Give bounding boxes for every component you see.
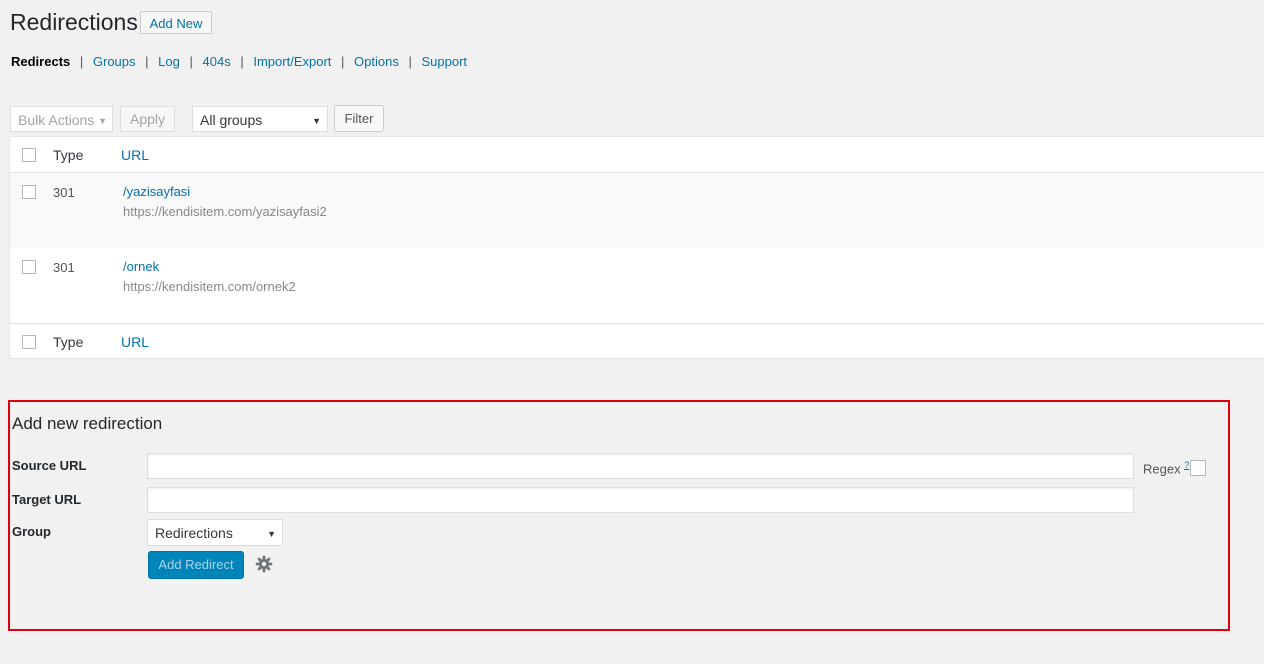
row-target-url: https://kendisitem.com/yazisayfasi2	[123, 204, 327, 219]
select-all-checkbox-footer[interactable]	[22, 335, 36, 349]
bulk-actions-value: Bulk Actions	[18, 112, 95, 128]
add-new-button[interactable]: Add New	[140, 11, 212, 34]
table-row: 301 /yazisayfasi https://kendisitem.com/…	[10, 173, 1264, 248]
filter-button[interactable]: Filter	[334, 105, 384, 132]
subnav-separator: |	[240, 54, 244, 69]
add-redirection-panel: Add new redirection Source URL Regex ? T…	[8, 400, 1230, 631]
subnav: Redirects | Groups | Log | 404s | Import…	[11, 54, 467, 70]
table-header-row: Type URL	[10, 137, 1264, 173]
source-url-input[interactable]	[147, 453, 1134, 479]
chevron-down-icon: ▼	[267, 529, 276, 539]
row-checkbox[interactable]	[22, 260, 36, 274]
table-row: 301 /ornek https://kendisitem.com/ornek2	[10, 248, 1264, 323]
subnav-separator: |	[189, 54, 193, 69]
regex-label-text: Regex	[1143, 461, 1181, 477]
subnav-item-groups[interactable]: Groups	[93, 54, 136, 69]
subnav-item-import-export[interactable]: Import/Export	[253, 54, 331, 69]
gear-icon[interactable]	[254, 554, 274, 574]
column-footer-type: Type	[53, 334, 84, 350]
subnav-item-404s[interactable]: 404s	[203, 54, 231, 69]
subnav-separator: |	[79, 54, 84, 69]
regex-label: Regex ?	[1143, 460, 1189, 476]
bulk-actions-select[interactable]: Bulk Actions ▼	[10, 106, 113, 132]
add-redirect-button[interactable]: Add Redirect	[148, 551, 244, 579]
row-type: 301	[53, 260, 75, 275]
chevron-down-icon: ▼	[312, 116, 321, 126]
table-footer-row: Type URL	[10, 323, 1264, 359]
source-url-label: Source URL	[12, 458, 87, 473]
row-type: 301	[53, 185, 75, 200]
page-title: Redirections	[10, 9, 138, 35]
subnav-item-redirects[interactable]: Redirects	[11, 54, 70, 69]
subnav-separator: |	[408, 54, 412, 69]
subnav-item-options[interactable]: Options	[354, 54, 399, 69]
row-source-url[interactable]: /yazisayfasi	[123, 184, 190, 199]
add-redirection-title: Add new redirection	[12, 414, 163, 433]
column-header-url[interactable]: URL	[121, 147, 149, 163]
group-select[interactable]: Redirections ▼	[147, 519, 283, 546]
column-header-type: Type	[53, 147, 84, 163]
target-url-label: Target URL	[12, 492, 82, 507]
apply-button[interactable]: Apply	[120, 106, 175, 132]
target-url-input[interactable]	[147, 487, 1134, 513]
subnav-separator: |	[341, 54, 345, 69]
row-checkbox[interactable]	[22, 185, 36, 199]
chevron-down-icon: ▼	[98, 116, 107, 126]
subnav-item-support[interactable]: Support	[421, 54, 467, 69]
row-target-url: https://kendisitem.com/ornek2	[123, 279, 296, 294]
regex-checkbox[interactable]	[1190, 460, 1206, 476]
column-footer-url[interactable]: URL	[121, 334, 149, 350]
groups-filter-select[interactable]: All groups ▼	[192, 106, 328, 132]
subnav-separator: |	[145, 54, 149, 69]
row-source-url[interactable]: /ornek	[123, 259, 159, 274]
redirects-table: Type URL 301 /yazisayfasi https://kendis…	[9, 136, 1264, 359]
group-select-value: Redirections	[155, 525, 233, 541]
select-all-checkbox[interactable]	[22, 148, 36, 162]
groups-filter-value: All groups	[200, 112, 263, 128]
subnav-item-log[interactable]: Log	[158, 54, 180, 69]
group-label: Group	[12, 524, 51, 539]
regex-help-link[interactable]: ?	[1184, 460, 1189, 470]
